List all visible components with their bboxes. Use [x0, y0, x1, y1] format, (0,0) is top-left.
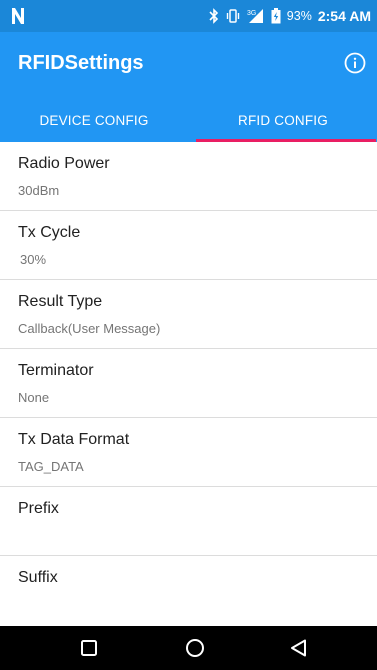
- screen: 3G 93% 2:54 AM RFIDSettings DEVICE CONFI…: [0, 0, 377, 670]
- setting-prefix[interactable]: Prefix: [0, 487, 377, 556]
- tab-device-config[interactable]: DEVICE CONFIG: [0, 98, 188, 142]
- setting-summary: Callback(User Message): [18, 321, 161, 336]
- setting-terminator[interactable]: Terminator None: [0, 349, 377, 418]
- setting-tx-cycle[interactable]: Tx Cycle 30%: [0, 211, 377, 280]
- settings-list: Radio Power 30dBm Tx Cycle 30% Result Ty…: [0, 142, 377, 625]
- status-bar: 3G 93% 2:54 AM: [0, 0, 377, 32]
- setting-suffix[interactable]: Suffix: [0, 556, 377, 625]
- tab-bar: DEVICE CONFIG RFID CONFIG: [0, 98, 377, 142]
- app-bar: RFIDSettings: [0, 32, 377, 98]
- battery-percent: 93%: [286, 9, 312, 23]
- setting-result-type[interactable]: Result Type Callback(User Message): [0, 280, 377, 349]
- app-title: RFIDSettings: [18, 52, 144, 74]
- signal-label: 3G: [247, 10, 256, 17]
- signal-icon: 3G: [247, 8, 265, 24]
- setting-summary: 30%: [20, 252, 47, 267]
- setting-summary: None: [18, 390, 50, 405]
- bluetooth-icon: [209, 8, 219, 24]
- recents-icon[interactable]: [77, 636, 101, 660]
- setting-summary: TAG_DATA: [18, 459, 84, 474]
- setting-summary: 30dBm: [18, 183, 60, 198]
- setting-title: Terminator: [18, 362, 94, 379]
- battery-icon: [271, 8, 281, 24]
- setting-title: Prefix: [18, 500, 59, 517]
- vibrate-icon: [225, 8, 241, 24]
- setting-title: Suffix: [18, 569, 58, 586]
- tab-rfid-config[interactable]: RFID CONFIG: [189, 98, 377, 142]
- setting-title: Result Type: [18, 293, 103, 310]
- setting-tx-data-format[interactable]: Tx Data Format TAG_DATA: [0, 418, 377, 487]
- status-indicators: 3G 93% 2:54 AM: [209, 0, 371, 32]
- setting-radio-power[interactable]: Radio Power 30dBm: [0, 142, 377, 211]
- info-icon[interactable]: [344, 52, 366, 74]
- back-icon[interactable]: [287, 636, 311, 660]
- clock: 2:54 AM: [317, 8, 371, 24]
- setting-title: Tx Data Format: [18, 431, 130, 448]
- setting-title: Tx Cycle: [18, 224, 81, 241]
- nav-bar: [0, 626, 377, 670]
- setting-title: Radio Power: [18, 155, 110, 172]
- n-notification-icon: [9, 4, 27, 28]
- home-icon[interactable]: [183, 636, 207, 660]
